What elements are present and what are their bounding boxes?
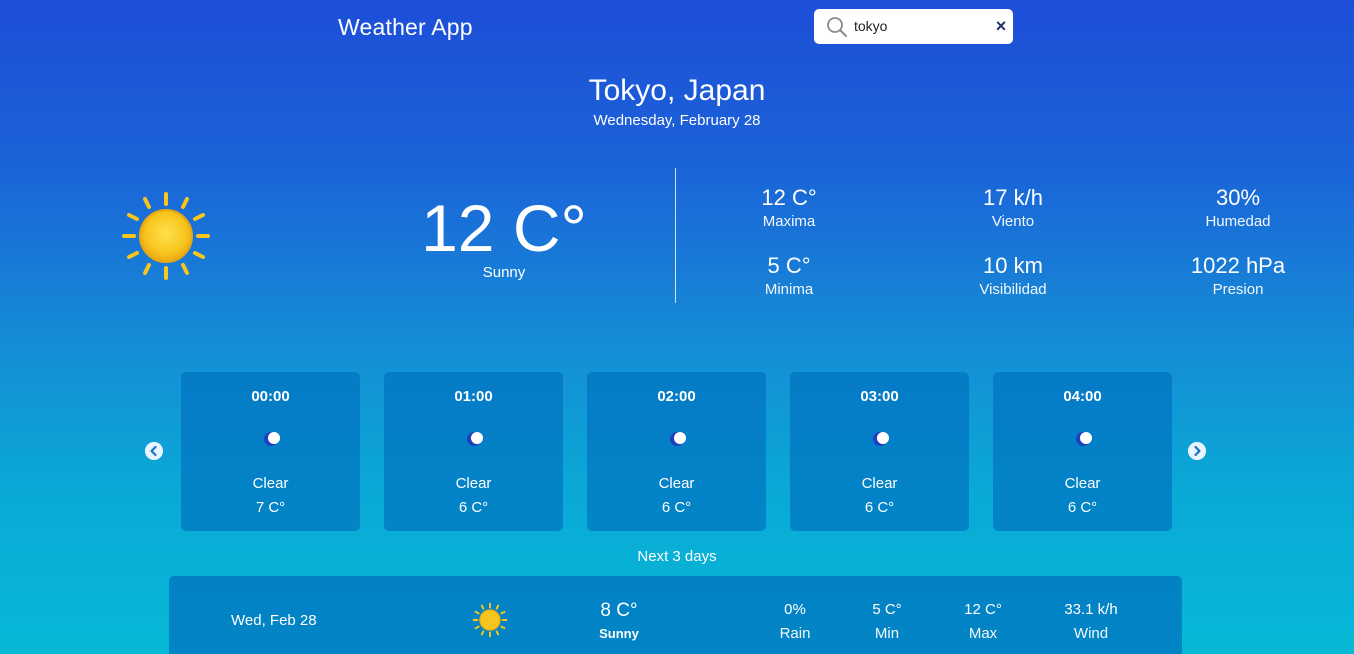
sun-icon xyxy=(472,602,508,638)
forecast-stat-label: Max xyxy=(968,625,998,642)
forecast-date: Wed, Feb 28 xyxy=(231,612,317,629)
location-name: Tokyo, Japan xyxy=(588,74,766,107)
forecast-stat-value: 12 C° xyxy=(964,601,1002,618)
forecast-stat-label: Min xyxy=(874,625,900,642)
search-box[interactable]: × xyxy=(814,9,1013,44)
hour-time: 04:00 xyxy=(1063,388,1102,405)
forecast-rain: 0% Rain xyxy=(750,600,840,648)
moon-icon xyxy=(467,432,483,446)
forecast-temperature: 8 C° xyxy=(600,600,638,621)
stat-value: 30% xyxy=(1215,185,1261,210)
close-icon[interactable]: × xyxy=(993,17,1009,35)
hour-condition: Clear xyxy=(252,475,289,492)
stat-label: Minima xyxy=(764,281,814,298)
stat-pressure: 1022 hPa Presion xyxy=(1148,252,1328,300)
stat-label: Presion xyxy=(1212,281,1264,298)
hour-condition: Clear xyxy=(1064,475,1101,492)
current-date: Wednesday, February 28 xyxy=(593,112,761,129)
stat-visibility: 10 km Visibilidad xyxy=(923,252,1103,300)
hour-condition: Clear xyxy=(455,475,492,492)
search-icon xyxy=(827,17,847,37)
forecast-condition: Sunny xyxy=(599,626,639,641)
hour-temperature: 6 C° xyxy=(864,499,895,516)
hourly-card: 03:00 Clear 6 C° xyxy=(790,372,969,531)
prev-arrow-icon[interactable] xyxy=(145,442,163,460)
app-title: Weather App xyxy=(338,14,473,40)
stat-value: 10 km xyxy=(983,253,1043,278)
forecast-stat-value: 33.1 k/h xyxy=(1064,601,1118,618)
forecast-stat-value: 0% xyxy=(784,601,806,618)
stat-humidity: 30% Humedad xyxy=(1148,184,1328,232)
hour-temperature: 6 C° xyxy=(1067,499,1098,516)
hourly-card: 04:00 Clear 6 C° xyxy=(993,372,1172,531)
current-condition: Sunny xyxy=(482,264,526,281)
hour-time: 03:00 xyxy=(860,388,899,405)
hourly-card: 00:00 Clear 7 C° xyxy=(181,372,360,531)
current-temperature: 12 C° xyxy=(421,191,587,265)
stat-min-temp: 5 C° Minima xyxy=(699,252,879,300)
hourly-card: 02:00 Clear 6 C° xyxy=(587,372,766,531)
stat-value: 17 k/h xyxy=(983,185,1043,210)
moon-icon xyxy=(264,432,280,446)
hour-time: 02:00 xyxy=(657,388,696,405)
hour-condition: Clear xyxy=(861,475,898,492)
moon-icon xyxy=(670,432,686,446)
forecast-max: 12 C° Max xyxy=(938,600,1028,648)
divider xyxy=(675,168,676,303)
stat-label: Maxima xyxy=(762,213,816,230)
moon-icon xyxy=(1076,432,1092,446)
forecast-heading: Next 3 days xyxy=(637,548,717,565)
hour-temperature: 6 C° xyxy=(458,499,489,516)
stat-wind: 17 k/h Viento xyxy=(923,184,1103,232)
forecast-stat-label: Wind xyxy=(1073,625,1109,642)
search-input[interactable] xyxy=(854,15,994,37)
hour-temperature: 7 C° xyxy=(255,499,286,516)
hour-temperature: 6 C° xyxy=(661,499,692,516)
stat-value: 5 C° xyxy=(767,253,811,278)
stat-label: Humedad xyxy=(1205,213,1271,230)
stat-max-temp: 12 C° Maxima xyxy=(699,184,879,232)
forecast-wind: 33.1 k/h Wind xyxy=(1046,600,1136,648)
sun-icon xyxy=(122,192,210,280)
stat-value: 1022 hPa xyxy=(1190,253,1286,278)
stat-label: Viento xyxy=(991,213,1035,230)
forecast-day-row: Wed, Feb 28 8 C° Sunny 0% Rain 5 C° Min … xyxy=(169,576,1182,654)
stat-value: 12 C° xyxy=(761,185,817,210)
stat-label: Visibilidad xyxy=(979,281,1047,298)
hour-time: 01:00 xyxy=(454,388,493,405)
forecast-stat-label: Rain xyxy=(779,625,811,642)
next-arrow-icon[interactable] xyxy=(1188,442,1206,460)
hourly-card: 01:00 Clear 6 C° xyxy=(384,372,563,531)
hour-condition: Clear xyxy=(658,475,695,492)
moon-icon xyxy=(873,432,889,446)
forecast-stat-value: 5 C° xyxy=(872,601,902,618)
hour-time: 00:00 xyxy=(251,388,290,405)
forecast-min: 5 C° Min xyxy=(842,600,932,648)
